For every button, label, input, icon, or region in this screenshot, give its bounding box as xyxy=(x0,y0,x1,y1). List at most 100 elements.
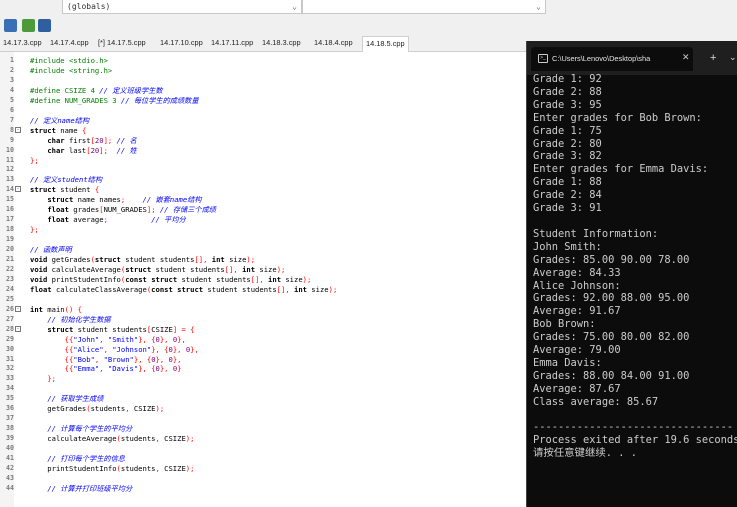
code-text: void getGrades(struct student students[]… xyxy=(30,255,256,264)
tab-file[interactable]: 14.18.4.cpp xyxy=(314,38,353,47)
code-text: // 计算并打印班级平均分 xyxy=(47,483,133,493)
line-number: 39 xyxy=(6,434,14,443)
tab-file[interactable]: 14.17.3.cpp xyxy=(3,38,42,47)
console-output: Grade 1: 92 Grade 2: 88 Grade 3: 95 Enter g… xyxy=(533,73,737,460)
code-text: char last[20]; // 姓 xyxy=(47,145,137,155)
console-line: Grades: 88.00 84.00 91.00 xyxy=(533,369,690,382)
line-number: 27 xyxy=(6,314,14,323)
console-tab[interactable]: >_ C:\Users\Lenovo\Desktop\sha ✕ xyxy=(531,47,693,71)
code-text: {{"John", "Smith"}, {0}, 0}, xyxy=(64,334,186,344)
console-line: Enter grades for Emma Davis: xyxy=(533,163,709,176)
console-line: Grade 3: 91 xyxy=(533,202,602,215)
line-number: 33 xyxy=(6,374,14,383)
line-number: 23 xyxy=(6,274,14,283)
tab-file[interactable]: 14.18.3.cpp xyxy=(262,38,301,47)
code-text: struct student { xyxy=(30,185,100,195)
console-line: Grade 1: 88 xyxy=(533,176,602,189)
project-icon[interactable] xyxy=(4,19,17,32)
line-number: 20 xyxy=(6,245,14,254)
console-line: Grades: 92.00 88.00 95.00 xyxy=(533,292,690,305)
code-text: // 初始化学生数据 xyxy=(47,314,111,324)
line-number: 13 xyxy=(6,175,14,184)
code-text: void printStudentInfo(const struct stude… xyxy=(30,274,312,284)
scope-select[interactable]: (globals) ⌄ xyxy=(62,0,302,14)
line-number: 34 xyxy=(6,384,14,393)
line-number: 1 xyxy=(10,56,14,64)
console-window[interactable]: >_ C:\Users\Lenovo\Desktop\sha ✕ + ⌄ Gra… xyxy=(526,41,737,507)
code-text: calculateAverage(students, CSIZE); xyxy=(30,434,195,444)
console-line: Average: 87.67 xyxy=(533,382,621,395)
close-icon[interactable]: ✕ xyxy=(682,52,690,63)
code-text: #include <string.h> xyxy=(30,65,113,75)
code-text: }; xyxy=(47,374,56,384)
chevron-down-icon: ⌄ xyxy=(292,2,297,11)
console-line: Grade 2: 80 xyxy=(533,137,602,150)
code-text: }; xyxy=(30,225,39,235)
fold-toggle-icon[interactable]: - xyxy=(15,186,21,193)
line-number: 42 xyxy=(6,463,14,472)
console-line: Grade 1: 92 xyxy=(533,73,602,85)
code-text: // 函数声明 xyxy=(30,245,72,255)
line-number: 36 xyxy=(6,404,14,413)
code-text: float grades[NUM_GRADES]; // 存储三个成绩 xyxy=(47,205,216,215)
line-number: 24 xyxy=(6,284,14,293)
class-icon[interactable] xyxy=(22,19,35,32)
tab-file[interactable]: 14.17.10.cpp xyxy=(160,38,203,47)
console-line: Class average: 85.67 xyxy=(533,395,659,408)
console-line: Student Information: xyxy=(533,227,659,240)
code-text: // 定义student结构 xyxy=(30,175,103,185)
line-number: 30 xyxy=(6,344,14,353)
line-number: 16 xyxy=(6,205,14,214)
console-line: Grade 3: 82 xyxy=(533,150,602,163)
console-line: Alice Johnson: xyxy=(533,279,621,292)
line-number: 3 xyxy=(10,75,14,84)
console-line: Emma Davis: xyxy=(533,356,602,369)
line-number: 6 xyxy=(10,105,14,114)
line-number: 43 xyxy=(6,473,14,482)
console-line: Grade 2: 84 xyxy=(533,189,602,202)
tab-file[interactable]: 14.17.11.cpp xyxy=(211,38,253,47)
tab-file-active[interactable]: 14.18.5.cpp xyxy=(362,36,409,52)
code-text: char first[20]; // 名 xyxy=(47,135,137,145)
code-text: // 获取学生成绩 xyxy=(47,394,104,404)
fold-toggle-icon[interactable]: - xyxy=(15,126,21,133)
line-number: 12 xyxy=(6,165,14,174)
tab-file[interactable]: 14.17.4.cpp xyxy=(50,38,89,47)
code-text: struct name { xyxy=(30,125,87,135)
terminal-icon: >_ xyxy=(538,54,548,63)
console-line: Grades: 85.00 90.00 78.00 xyxy=(533,253,690,266)
code-text: {{"Alice", "Johnson"}, {0}, 0}, xyxy=(64,344,199,354)
code-text: // 定义name结构 xyxy=(30,115,90,125)
code-text: float calculateClassAverage(const struct… xyxy=(30,284,338,294)
line-number: 15 xyxy=(6,195,14,204)
console-line: Grade 2: 88 xyxy=(533,85,602,98)
line-number: 9 xyxy=(10,135,14,144)
console-line: Grade 1: 75 xyxy=(533,124,602,137)
console-tab-title: C:\Users\Lenovo\Desktop\sha xyxy=(552,54,651,63)
fold-toggle-icon[interactable]: - xyxy=(15,325,21,332)
code-text: int main() { xyxy=(30,304,82,314)
code-text: void calculateAverage(struct student stu… xyxy=(30,264,286,274)
code-text: printStudentInfo(students, CSIZE); xyxy=(30,463,195,473)
line-number: 31 xyxy=(6,354,14,363)
debug-icon[interactable] xyxy=(38,19,51,32)
code-text: // 打印每个学生的信息 xyxy=(47,454,125,463)
function-select[interactable]: ⌄ xyxy=(302,0,546,14)
code-text: struct student students[CSIZE] = { xyxy=(47,324,195,334)
line-number: 40 xyxy=(6,444,14,453)
tab-file[interactable]: [*] 14.17.5.cpp xyxy=(98,38,146,47)
line-number: 38 xyxy=(6,424,14,433)
console-line: Bob Brown: xyxy=(533,318,596,331)
fold-toggle-icon[interactable]: - xyxy=(15,305,21,312)
line-number: 29 xyxy=(6,334,14,343)
console-line: -------------------------------- xyxy=(533,421,734,434)
line-number: 10 xyxy=(6,145,14,154)
line-number: 32 xyxy=(6,364,14,373)
chevron-down-icon[interactable]: ⌄ xyxy=(729,52,737,63)
line-number: 11 xyxy=(6,155,14,164)
code-text: {{"Bob", "Brown"}, {0}, 0}, xyxy=(64,354,182,364)
console-line: Average: 91.67 xyxy=(533,305,621,318)
line-number: 5 xyxy=(10,95,14,104)
new-tab-icon[interactable]: + xyxy=(710,52,716,64)
